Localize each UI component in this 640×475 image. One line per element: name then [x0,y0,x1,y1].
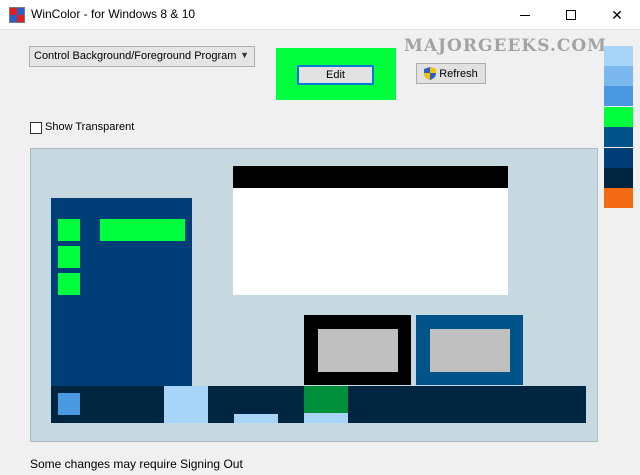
color-swatch[interactable] [604,46,633,66]
app-icon [9,7,25,23]
color-swatch[interactable] [604,127,633,147]
close-button[interactable]: ✕ [594,0,640,30]
preview-active-window-content[interactable] [430,329,510,372]
color-swatch[interactable] [604,66,633,86]
show-transparent-checkbox[interactable] [30,122,42,134]
minimize-button[interactable] [502,0,548,30]
color-swatch[interactable] [604,168,633,188]
preview-inactive-window-content[interactable] [318,329,398,372]
preview-dialog-body[interactable] [233,188,508,295]
window-title: WinColor - for Windows 8 & 10 [31,7,196,21]
watermark-text: MAJORGEEKS.COM [404,36,607,56]
maximize-icon [566,10,576,20]
edit-button[interactable]: Edit [297,65,374,85]
preview-taskbar-underline[interactable] [234,414,278,423]
desktop-preview[interactable] [30,148,598,442]
shield-icon [424,67,437,80]
refresh-button[interactable]: Refresh [416,63,486,84]
refresh-label: Refresh [439,67,478,80]
color-swatch[interactable] [604,86,633,106]
preview-tile[interactable] [58,219,80,241]
chevron-down-icon: ▼ [240,50,249,60]
maximize-button[interactable] [548,0,594,30]
preview-taskbar-button-highlight[interactable] [164,386,208,423]
color-swatch[interactable] [604,107,633,127]
preview-taskbar-button-green[interactable] [304,386,348,413]
preview-tile[interactable] [58,246,80,268]
status-text: Some changes may require Signing Out [30,457,243,471]
preview-dialog-titlebar[interactable] [233,166,508,188]
close-icon: ✕ [611,6,623,23]
color-swatch[interactable] [604,148,633,168]
preview-taskbar-button-underline[interactable] [304,413,348,423]
minimize-icon [520,14,530,16]
preview-wide-tile[interactable] [100,219,185,241]
preview-tile[interactable] [58,273,80,295]
preview-start-button[interactable] [58,393,80,415]
program-select-value: Control Background/Foreground Program [34,50,237,62]
program-select[interactable]: Control Background/Foreground Program ▼ [29,46,255,67]
color-swatch[interactable] [604,188,633,208]
show-transparent-label: Show Transparent [45,121,135,133]
